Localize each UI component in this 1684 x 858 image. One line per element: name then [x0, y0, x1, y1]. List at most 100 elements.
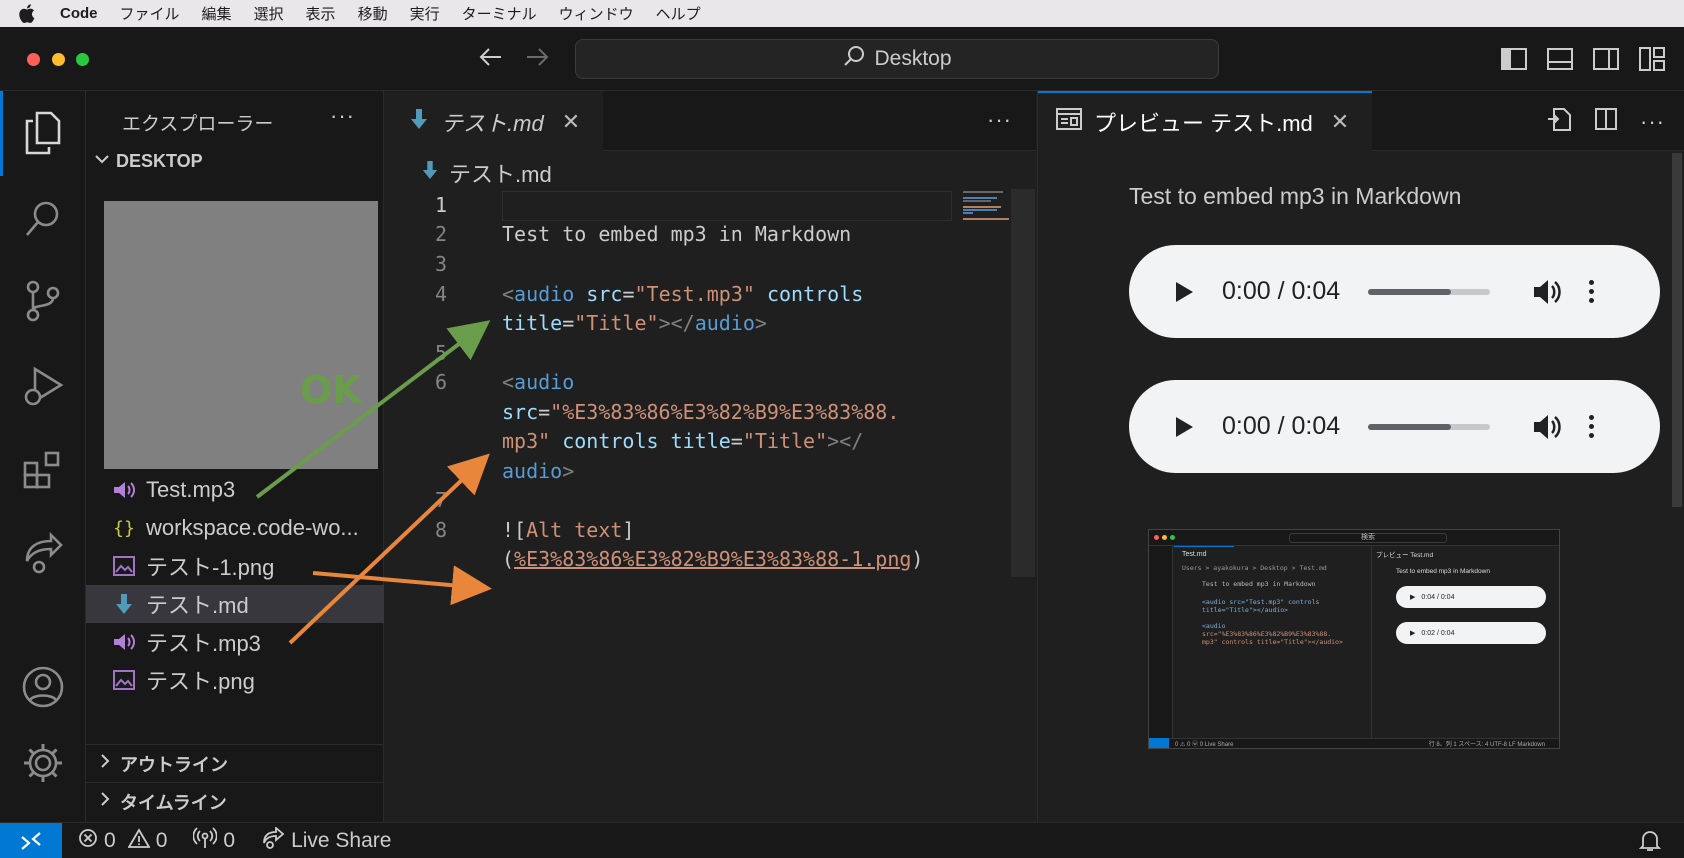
- open-source-icon[interactable]: [1546, 106, 1572, 137]
- more-actions-icon[interactable]: ···: [987, 107, 1012, 133]
- file-item-test-md[interactable]: テスト.md: [86, 585, 384, 623]
- audio-seek-bar[interactable]: [1368, 288, 1491, 295]
- explorer-icon[interactable]: [18, 108, 68, 158]
- timeline-section[interactable]: タイムライン: [86, 782, 384, 820]
- audio-file-icon: [112, 630, 136, 654]
- editor-scrollbar[interactable]: [1011, 189, 1035, 577]
- ports-indicator[interactable]: 0: [192, 826, 236, 855]
- close-icon[interactable]: ✕: [1331, 109, 1349, 135]
- preview-heading: Test to embed mp3 in Markdown: [1129, 183, 1462, 209]
- code-line-6c: mp3" controls title="Title"></: [502, 429, 864, 453]
- back-arrow-icon[interactable]: [473, 42, 509, 72]
- markdown-file-icon: [421, 160, 439, 186]
- ports-count: 0: [223, 828, 236, 852]
- mini-code: <audio: [1202, 622, 1226, 630]
- menu-run[interactable]: 実行: [410, 3, 440, 24]
- line-number: 4: [434, 282, 447, 306]
- code-line-4a: <audio src="Test.mp3" controls: [502, 282, 864, 306]
- more-actions-icon[interactable]: ···: [1640, 109, 1665, 135]
- extensions-icon[interactable]: [18, 445, 68, 495]
- menu-help[interactable]: ヘルプ: [656, 3, 701, 24]
- tab-test-md[interactable]: テスト.md ✕: [385, 91, 603, 151]
- more-actions-icon[interactable]: ···: [330, 103, 355, 129]
- app-name-menu[interactable]: Code: [60, 5, 98, 22]
- search-icon[interactable]: [18, 194, 68, 244]
- audio-player-2[interactable]: 0:00 / 0:04: [1129, 380, 1660, 473]
- search-icon: [842, 44, 866, 74]
- live-share-button[interactable]: Live Share: [261, 825, 391, 855]
- menu-terminal[interactable]: ターミナル: [462, 3, 537, 24]
- menu-view[interactable]: 表示: [306, 3, 336, 24]
- mini-path: Users > ayakokura > Desktop > Test.md: [1182, 564, 1327, 572]
- file-item-test-jp-mp3[interactable]: テスト.mp3: [86, 623, 384, 661]
- preview-scrollbar[interactable]: [1672, 153, 1682, 507]
- toggle-panel-icon[interactable]: [1545, 44, 1575, 74]
- command-center-search[interactable]: Desktop: [575, 39, 1219, 79]
- error-icon: [78, 828, 98, 854]
- audio-time: 0:00 / 0:04: [1222, 412, 1341, 440]
- volume-icon[interactable]: [1532, 277, 1562, 307]
- file-item-test-mp3[interactable]: Test.mp3: [86, 471, 384, 509]
- menu-edit[interactable]: 編集: [202, 3, 232, 24]
- apple-icon[interactable]: [18, 4, 38, 23]
- tab-preview[interactable]: プレビュー テスト.md ✕: [1038, 91, 1372, 151]
- menu-bar: Code ファイル 編集 選択 表示 移動 実行 ターミナル ウィンドウ ヘルプ: [0, 0, 1684, 27]
- settings-gear-icon[interactable]: [18, 738, 68, 788]
- toggle-secondary-sidebar-icon[interactable]: [1591, 44, 1621, 74]
- accounts-icon[interactable]: [18, 662, 68, 712]
- mini-editor: Test.md Users > ayakokura > Desktop > Te…: [1174, 546, 1370, 742]
- mini-code: title="Title"></audio>: [1202, 606, 1289, 614]
- file-item-test-1-png[interactable]: テスト-1.png: [86, 547, 384, 585]
- broadcast-icon: [192, 826, 219, 855]
- folder-header[interactable]: DESKTOP: [94, 151, 203, 172]
- live-share-icon[interactable]: [18, 528, 68, 578]
- code-editor[interactable]: 1 2 3 4 5 6 7 8 Test to embed mp3 in Mar…: [385, 189, 1025, 822]
- breadcrumb[interactable]: テスト.md: [421, 157, 552, 189]
- minimize-window-button[interactable]: [52, 53, 65, 66]
- play-icon[interactable]: [1173, 415, 1197, 439]
- close-window-button[interactable]: [27, 53, 40, 66]
- ok-annotation-label: OK: [300, 368, 362, 412]
- file-item-workspace[interactable]: {} workspace.code-wo...: [86, 509, 384, 547]
- volume-icon[interactable]: [1532, 412, 1562, 442]
- image-thumbnail: [104, 201, 378, 469]
- menu-file[interactable]: ファイル: [120, 3, 180, 24]
- source-control-icon[interactable]: [18, 276, 68, 326]
- notifications-bell-icon[interactable]: [1638, 829, 1662, 858]
- close-icon[interactable]: ✕: [562, 109, 580, 135]
- audio-seek-bar[interactable]: [1368, 423, 1491, 430]
- embedded-screenshot-image: 検索 Test.md Users > ayakokura > Desktop >…: [1148, 529, 1560, 749]
- mini-activity-bar: [1149, 546, 1173, 742]
- audio-options-icon[interactable]: [1586, 280, 1596, 303]
- problems-indicator[interactable]: 0 0: [78, 827, 167, 854]
- line-number: 8: [434, 518, 447, 542]
- remote-indicator-icon[interactable]: [0, 822, 62, 858]
- seek-progress: [1368, 288, 1452, 295]
- menu-window[interactable]: ウィンドウ: [559, 3, 634, 24]
- error-count: 0: [104, 828, 116, 852]
- code-line-8a: ![Alt text]: [502, 518, 635, 542]
- run-debug-icon[interactable]: [18, 362, 68, 412]
- menu-selection[interactable]: 選択: [254, 3, 284, 24]
- file-name: テスト.md: [146, 593, 249, 618]
- current-line-highlight: [502, 191, 952, 221]
- menu-go[interactable]: 移動: [358, 3, 388, 24]
- forward-arrow-icon[interactable]: [519, 42, 555, 72]
- mini-heading: Test to embed mp3 in Markdown: [1396, 568, 1490, 575]
- line-number: 1: [434, 193, 447, 217]
- play-icon[interactable]: [1173, 280, 1197, 304]
- line-number: 2: [434, 222, 447, 246]
- customize-layout-icon[interactable]: [1637, 44, 1667, 74]
- audio-player-1[interactable]: 0:00 / 0:04: [1129, 245, 1660, 338]
- zoom-window-button[interactable]: [76, 53, 89, 66]
- audio-options-icon[interactable]: [1586, 415, 1596, 438]
- file-name: テスト.mp3: [146, 631, 261, 656]
- file-item-test-png[interactable]: テスト.png: [86, 661, 384, 699]
- mini-preview: プレビュー Test.md Test to embed mp3 in Markd…: [1371, 546, 1559, 742]
- split-editor-icon[interactable]: [1594, 107, 1618, 136]
- line-number: 7: [434, 488, 447, 512]
- chevron-right-icon: [98, 753, 112, 774]
- code-line-6b: src="%E3%83%86%E3%82%B9%E3%83%88.: [502, 400, 900, 424]
- outline-section[interactable]: アウトライン: [86, 744, 384, 782]
- toggle-primary-sidebar-icon[interactable]: [1499, 44, 1529, 74]
